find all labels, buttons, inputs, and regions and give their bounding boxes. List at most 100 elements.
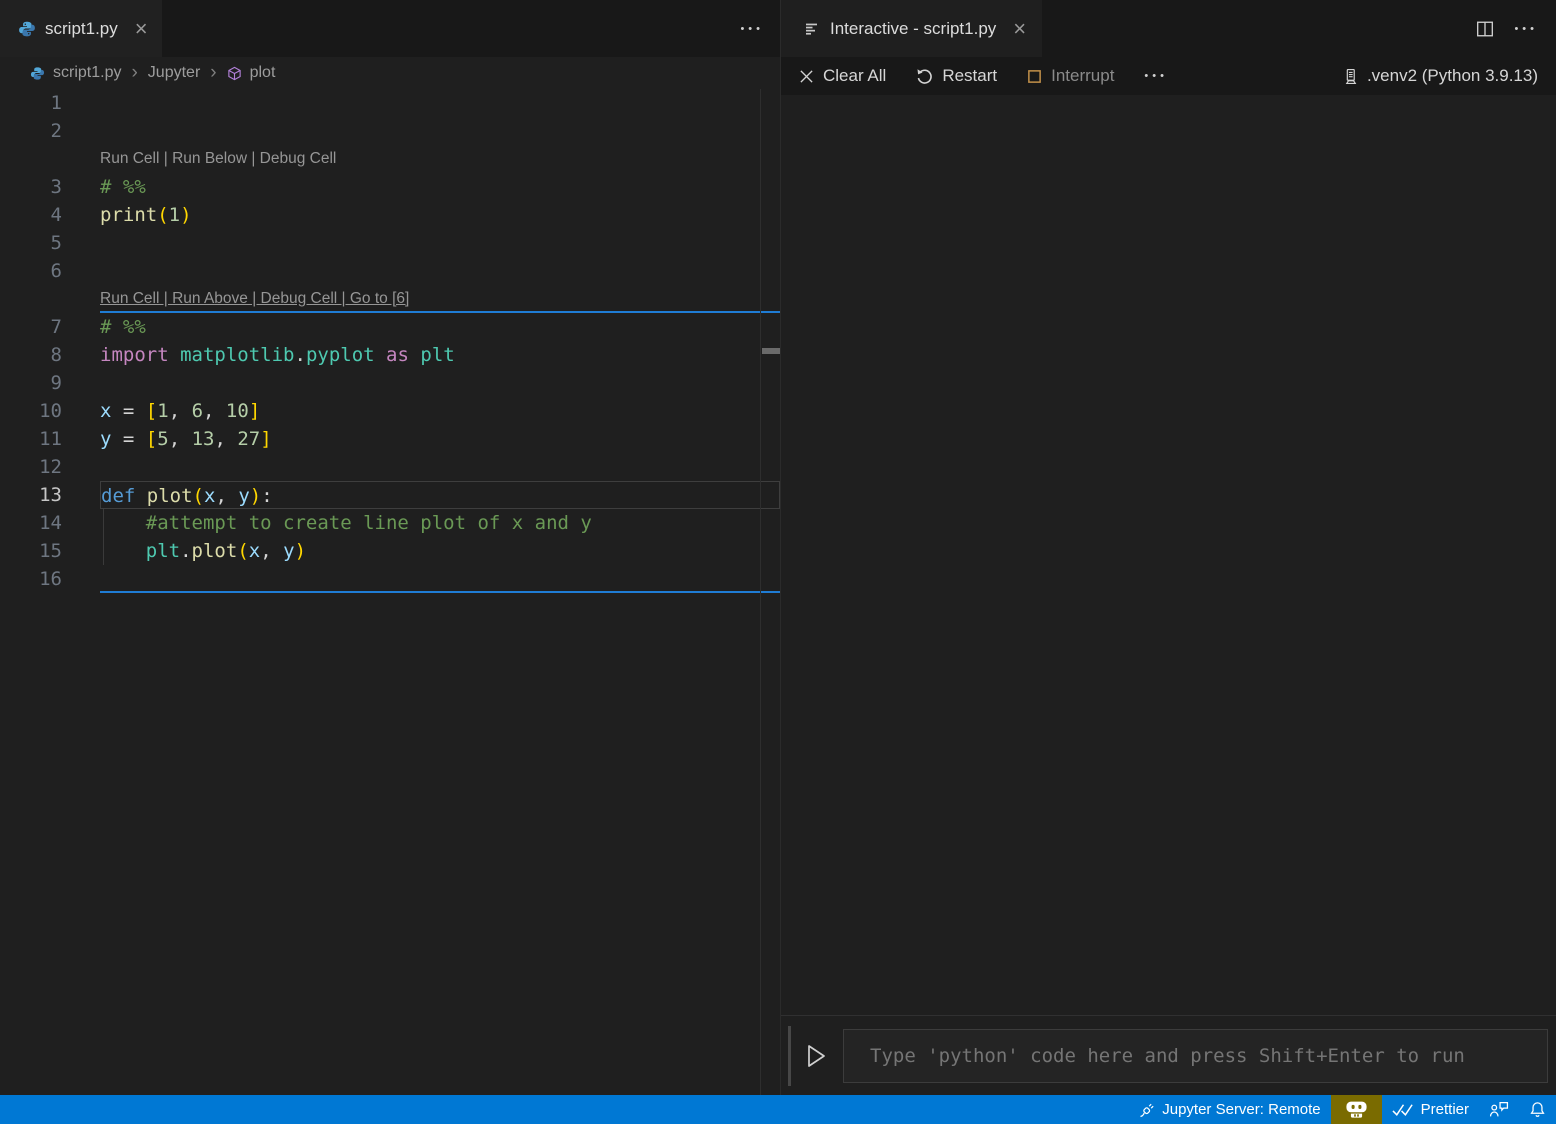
- robot-icon: [1345, 1100, 1368, 1119]
- plug-icon: [1139, 1102, 1155, 1118]
- kernel-label: .venv2 (Python 3.9.13): [1367, 66, 1538, 86]
- code-line-content[interactable]: [100, 453, 780, 481]
- code-line: 5: [0, 229, 780, 257]
- prettier-status[interactable]: Prettier: [1382, 1095, 1479, 1124]
- code-line: 9: [0, 369, 780, 397]
- right-tabbar: Interactive - script1.py × •••: [781, 0, 1556, 57]
- code-line-content[interactable]: import matplotlib.pyplot as plt: [100, 341, 780, 369]
- code-line-content[interactable]: def plot(x, y):: [100, 481, 780, 509]
- close-icon[interactable]: ×: [135, 18, 148, 40]
- python-icon: [30, 66, 45, 81]
- line-number: 9: [0, 369, 100, 397]
- code-line: 8import matplotlib.pyplot as plt: [0, 341, 780, 369]
- editor-area: script1.py × ••• script1.py › Jupyter ›: [0, 0, 1556, 1095]
- interactive-window-icon: [805, 21, 821, 37]
- code-editor[interactable]: 12Run Cell | Run Below | Debug Cell3# %%…: [0, 89, 780, 1095]
- code-line-content[interactable]: [100, 565, 780, 593]
- code-line-content[interactable]: [100, 89, 780, 117]
- editor-group-right: Interactive - script1.py × ••• Clear All: [781, 0, 1556, 1095]
- python-icon: [18, 20, 36, 38]
- code-line-content[interactable]: [100, 229, 780, 257]
- code-line-content[interactable]: x = [1, 6, 10]: [100, 397, 780, 425]
- tab-interactive-window[interactable]: Interactive - script1.py ×: [781, 0, 1042, 57]
- breadcrumb-symbol[interactable]: plot: [250, 64, 276, 82]
- code-line: 11y = [5, 13, 27]: [0, 425, 780, 453]
- close-icon[interactable]: ×: [1013, 18, 1026, 40]
- line-number: 16: [0, 565, 100, 593]
- status-bar: Jupyter Server: Remote Prettier: [0, 1095, 1556, 1124]
- notifications-bell-icon[interactable]: [1519, 1095, 1556, 1124]
- code-input[interactable]: Type 'python' code here and press Shift+…: [843, 1029, 1548, 1083]
- kernel-picker[interactable]: .venv2 (Python 3.9.13): [1342, 66, 1538, 86]
- code-line-content[interactable]: [100, 117, 780, 145]
- editor-group-left: script1.py × ••• script1.py › Jupyter ›: [0, 0, 781, 1095]
- line-number: 10: [0, 397, 100, 425]
- line-number: [0, 145, 100, 173]
- more-actions-icon: •••: [1144, 70, 1168, 82]
- code-line: 4print(1): [0, 201, 780, 229]
- interactive-input-area: Type 'python' code here and press Shift+…: [781, 1015, 1556, 1095]
- vscode-window: script1.py × ••• script1.py › Jupyter ›: [0, 0, 1556, 1124]
- line-number: 8: [0, 341, 100, 369]
- interactive-history[interactable]: [781, 95, 1556, 1015]
- line-number: 15: [0, 537, 100, 565]
- play-icon: [807, 1044, 827, 1068]
- chevron-right-icon: ›: [210, 62, 216, 84]
- close-icon: [799, 69, 814, 84]
- left-tab-actions: •••: [740, 0, 780, 57]
- input-placeholder: Type 'python' code here and press Shift+…: [870, 1045, 1465, 1067]
- line-number: 13: [0, 481, 100, 509]
- code-line: 15 plt.plot(x, y): [0, 537, 780, 565]
- double-check-icon: [1392, 1103, 1414, 1117]
- code-line: 13def plot(x, y):: [0, 481, 780, 509]
- code-line-content[interactable]: # %%: [100, 173, 780, 201]
- line-number: 2: [0, 117, 100, 145]
- line-number: 3: [0, 173, 100, 201]
- overview-ruler[interactable]: [760, 89, 780, 1095]
- interrupt-button[interactable]: Interrupt: [1027, 66, 1114, 86]
- restart-icon: [916, 68, 933, 85]
- code-line: 6: [0, 257, 780, 285]
- code-line: 1: [0, 89, 780, 117]
- line-number: 14: [0, 509, 100, 537]
- right-group-actions: •••: [1476, 0, 1556, 57]
- split-editor-icon[interactable]: [1476, 20, 1494, 38]
- code-line: 16: [0, 565, 780, 593]
- copilot-status[interactable]: [1331, 1095, 1382, 1124]
- jupyter-server-status[interactable]: Jupyter Server: Remote: [1129, 1095, 1330, 1124]
- line-number: 1: [0, 89, 100, 117]
- code-line: 12: [0, 453, 780, 481]
- code-line-content[interactable]: plt.plot(x, y): [100, 537, 780, 565]
- toolbar-more-button[interactable]: •••: [1144, 70, 1168, 82]
- feedback-icon[interactable]: [1479, 1095, 1519, 1124]
- line-number: 7: [0, 313, 100, 341]
- codelens[interactable]: Run Cell | Run Below | Debug Cell: [100, 145, 780, 173]
- code-line-content[interactable]: #attempt to create line plot of x and y: [100, 509, 780, 537]
- chevron-right-icon: ›: [131, 62, 137, 84]
- line-number: [0, 285, 100, 313]
- codelens-row: Run Cell | Run Below | Debug Cell: [0, 145, 780, 173]
- restart-button[interactable]: Restart: [916, 66, 997, 86]
- code-line-content[interactable]: y = [5, 13, 27]: [100, 425, 780, 453]
- code-line: 3# %%: [0, 173, 780, 201]
- code-line-content[interactable]: [100, 257, 780, 285]
- clear-all-button[interactable]: Clear All: [799, 66, 886, 86]
- codelens[interactable]: Run Cell | Run Above | Debug Cell | Go t…: [100, 285, 780, 313]
- interactive-toolbar: Clear All Restart Interrupt •••: [781, 57, 1556, 95]
- line-number: 12: [0, 453, 100, 481]
- breadcrumb-file[interactable]: script1.py: [53, 64, 121, 82]
- code-line: 2: [0, 117, 780, 145]
- code-line-content[interactable]: # %%: [100, 313, 780, 341]
- tab-script1-py[interactable]: script1.py ×: [0, 0, 162, 57]
- code-line: 14 #attempt to create line plot of x and…: [0, 509, 780, 537]
- run-button[interactable]: [791, 1044, 843, 1068]
- more-actions-icon[interactable]: •••: [1514, 23, 1538, 35]
- left-tabbar: script1.py × •••: [0, 0, 780, 57]
- code-line-content[interactable]: print(1): [100, 201, 780, 229]
- code-line-content[interactable]: [100, 369, 780, 397]
- tab-label: Interactive - script1.py: [830, 19, 996, 39]
- more-actions-icon[interactable]: •••: [740, 23, 764, 35]
- tab-label: script1.py: [45, 19, 118, 39]
- breadcrumb-section[interactable]: Jupyter: [148, 64, 200, 82]
- line-number: 11: [0, 425, 100, 453]
